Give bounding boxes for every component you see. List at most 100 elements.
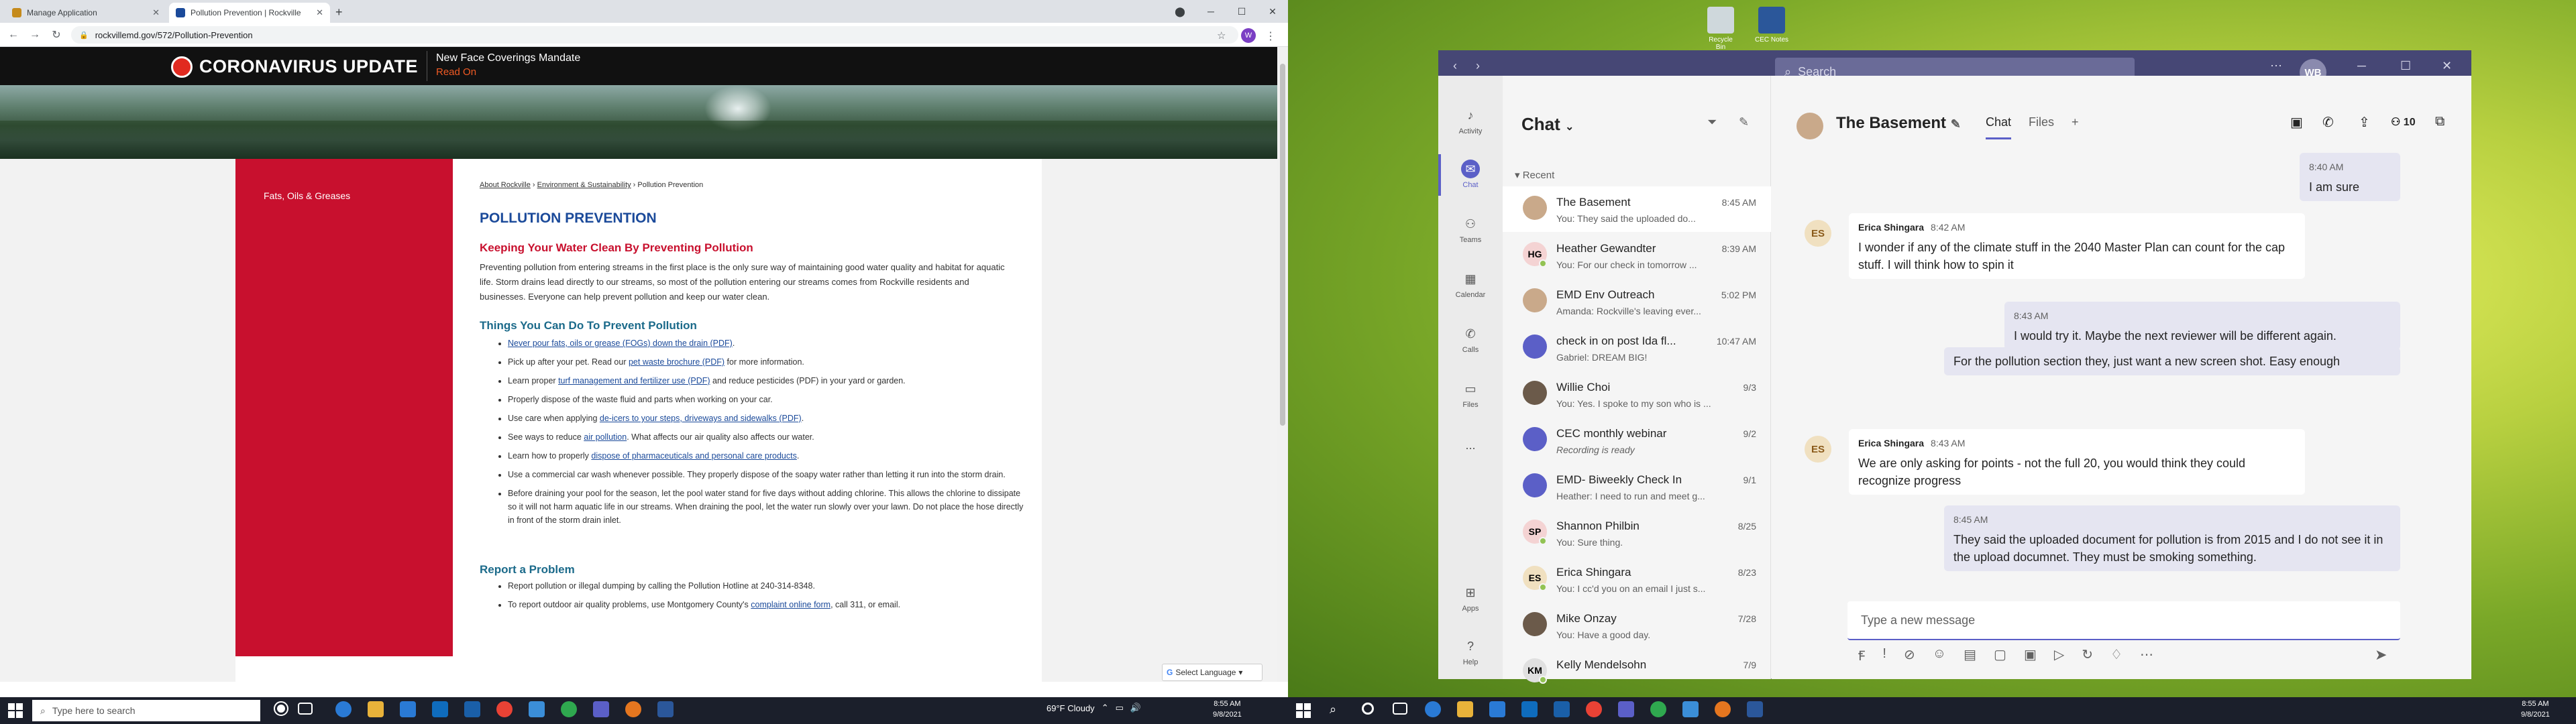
rail-calendar[interactable]: ▦ Calendar bbox=[1438, 269, 1503, 300]
their-message[interactable]: Erica Shingara 8:43 AM We are only asking … bbox=[1849, 429, 2305, 495]
start-button[interactable] bbox=[1296, 703, 1311, 718]
stream-icon[interactable]: ▷ bbox=[2054, 646, 2064, 664]
chat-list-item[interactable]: SP Shannon Philbin 8/25 You: Sure thing. bbox=[1503, 510, 1771, 556]
side-nav-item-fogs[interactable]: Fats, Oils & Greases bbox=[264, 190, 350, 201]
forward-icon[interactable]: › bbox=[1476, 59, 1480, 73]
chat-heading[interactable]: Chat ⌄ bbox=[1521, 114, 1574, 135]
browser-tab-pollution-prevention[interactable]: Pollution Prevention | Rockville ✕ bbox=[169, 3, 330, 23]
chat-list-item[interactable]: The Basement 8:45 AM You: They said the up… bbox=[1503, 186, 1771, 232]
maximize-icon[interactable]: ☐ bbox=[1226, 0, 1257, 23]
chevron-up-icon[interactable]: ⌃ bbox=[1102, 703, 1109, 713]
minimize-icon[interactable]: ─ bbox=[2357, 59, 2366, 73]
priority-icon[interactable]: ! bbox=[1882, 646, 1886, 664]
rail-teams[interactable]: ⚇ Teams bbox=[1438, 215, 1503, 245]
outlook-icon[interactable] bbox=[432, 701, 448, 717]
sticker-icon[interactable]: ▢ bbox=[1994, 646, 2006, 664]
bookmark-star-icon[interactable]: ☆ bbox=[1217, 29, 1226, 42]
edge-legacy-icon[interactable] bbox=[561, 701, 577, 717]
maximize-icon[interactable]: ☐ bbox=[2400, 59, 2411, 73]
store-icon[interactable] bbox=[1489, 701, 1505, 717]
browser-tab-manage-application[interactable]: Manage Application ✕ bbox=[5, 3, 166, 23]
content-link[interactable]: pet waste brochure (PDF) bbox=[629, 357, 724, 367]
send-icon[interactable]: ➤ bbox=[2375, 646, 2387, 664]
close-tab-icon[interactable]: ✕ bbox=[316, 7, 323, 18]
network-icon[interactable]: ▭ bbox=[1116, 703, 1124, 713]
my-message[interactable]: For the pollution section they, just wan… bbox=[1944, 347, 2400, 375]
compose-box[interactable]: Type a new message bbox=[1847, 601, 2400, 640]
meet-now-icon[interactable]: ▣ bbox=[2024, 646, 2037, 664]
taskbar-clock[interactable]: 8:55 AM 9/8/2021 bbox=[2521, 699, 2550, 720]
filter-icon[interactable]: ⏷ bbox=[1707, 115, 1717, 129]
outlook-icon[interactable] bbox=[1521, 701, 1538, 717]
new-chat-icon[interactable]: ✎ bbox=[1739, 115, 1749, 129]
volume-icon[interactable]: 🔊 bbox=[1130, 703, 1141, 713]
loop-icon[interactable]: ↻ bbox=[2082, 646, 2093, 664]
more-options-icon[interactable]: ⋯ bbox=[2270, 59, 2282, 73]
rail-calls[interactable]: ✆ Calls bbox=[1438, 324, 1503, 355]
file-explorer-icon[interactable] bbox=[368, 701, 384, 717]
rail-chat[interactable]: ✉ Chat bbox=[1438, 160, 1503, 189]
content-link[interactable]: complaint online form bbox=[751, 600, 830, 609]
content-link[interactable]: Never pour fats, oils or grease (FOGs) d… bbox=[508, 339, 733, 348]
gif-icon[interactable]: ▤ bbox=[1964, 646, 1976, 664]
store-icon[interactable] bbox=[400, 701, 416, 717]
edge-icon[interactable] bbox=[335, 701, 352, 717]
back-icon[interactable]: ← bbox=[5, 27, 21, 43]
covid-news-link[interactable]: New Face Coverings Mandate bbox=[436, 52, 580, 64]
minimize-icon[interactable]: ─ bbox=[1195, 0, 1226, 23]
address-bar[interactable]: 🔒 rockvillemd.gov/572/Pollution-Preventi… bbox=[71, 26, 1238, 44]
task-view-icon[interactable] bbox=[1393, 703, 1407, 715]
tab-files[interactable]: Files bbox=[2029, 115, 2054, 139]
teams-taskbar-icon[interactable] bbox=[1618, 701, 1634, 717]
edge-icon[interactable] bbox=[1425, 701, 1441, 717]
cortana-icon[interactable] bbox=[1362, 703, 1374, 715]
word-icon[interactable] bbox=[657, 701, 674, 717]
forward-icon[interactable]: → bbox=[27, 27, 43, 43]
share-screen-icon[interactable]: ⇪ bbox=[2359, 114, 2370, 131]
teams-taskbar-icon[interactable] bbox=[593, 701, 609, 717]
chat-list-item[interactable]: EMD Env Outreach 5:02 PM Amanda: Rockville… bbox=[1503, 279, 1771, 324]
outlook-active-icon[interactable] bbox=[464, 701, 480, 717]
more-options-icon[interactable]: ⋯ bbox=[2140, 646, 2153, 664]
outlook-active-icon[interactable] bbox=[1554, 701, 1570, 717]
participants-button[interactable]: ⚇ 10 bbox=[2391, 115, 2416, 129]
rail-more[interactable]: ... bbox=[1438, 436, 1503, 457]
chat-list-item[interactable]: ES Erica Shingara 8/23 You: I cc'd you on a… bbox=[1503, 556, 1771, 602]
rail-files[interactable]: ▭ Files bbox=[1438, 379, 1503, 410]
start-button[interactable] bbox=[8, 703, 23, 718]
weather-widget[interactable]: 69°F Cloudy bbox=[1046, 703, 1095, 713]
taskbar-search[interactable]: ⌕ Type here to search bbox=[32, 700, 260, 721]
file-explorer-icon[interactable] bbox=[1457, 701, 1473, 717]
audio-call-icon[interactable]: ✆ bbox=[2322, 114, 2334, 131]
close-tab-icon[interactable]: ✕ bbox=[152, 7, 160, 18]
firefox-icon[interactable] bbox=[1715, 701, 1731, 717]
emoji-icon[interactable]: ☺ bbox=[1933, 646, 1946, 664]
word-icon[interactable] bbox=[1747, 701, 1763, 717]
attach-icon[interactable]: ⊘ bbox=[1904, 646, 1915, 664]
covid-readon-link[interactable]: Read On bbox=[436, 66, 476, 78]
chat-list-item[interactable]: KM Kelly Mendelsohn 7/9 bbox=[1503, 649, 1771, 695]
translate-select[interactable]: G Select Language ▾ bbox=[1162, 664, 1263, 681]
breadcrumb-about[interactable]: About Rockville bbox=[480, 181, 531, 189]
firefox-icon[interactable] bbox=[625, 701, 641, 717]
new-tab-icon[interactable]: + bbox=[335, 5, 343, 19]
content-link[interactable]: air pollution bbox=[584, 432, 627, 442]
content-link[interactable]: turf management and fertilizer use (PDF) bbox=[558, 376, 710, 385]
page-scroll-thumb[interactable] bbox=[1280, 64, 1285, 426]
chat-list-item[interactable]: Willie Choi 9/3 You: Yes. I spoke to my so… bbox=[1503, 371, 1771, 417]
reload-icon[interactable]: ↻ bbox=[48, 27, 64, 43]
rail-help[interactable]: ? Help bbox=[1438, 637, 1503, 667]
breadcrumb-environment[interactable]: Environment & Sustainability bbox=[537, 181, 631, 189]
popout-icon[interactable]: ⧉ bbox=[2435, 114, 2445, 129]
chrome-icon[interactable] bbox=[1586, 701, 1602, 717]
tab-chat[interactable]: Chat bbox=[1986, 115, 2012, 139]
content-link[interactable]: de-icers to your steps, driveways and si… bbox=[600, 414, 802, 423]
back-icon[interactable]: ‹ bbox=[1453, 59, 1457, 73]
app-icon[interactable] bbox=[1682, 701, 1699, 717]
profile-avatar[interactable]: W bbox=[1241, 28, 1256, 43]
taskbar-clock[interactable]: 8:55 AM 9/8/2021 bbox=[1213, 699, 1242, 720]
my-message[interactable]: 8:45 AM They said the uploaded document f… bbox=[1944, 505, 2400, 571]
close-window-icon[interactable]: ✕ bbox=[2442, 59, 2452, 73]
chat-list-item[interactable]: check in on post Ida fl... 10:47 AM Gabrie… bbox=[1503, 325, 1771, 371]
search-icon[interactable]: ⌕ bbox=[1330, 703, 1336, 717]
